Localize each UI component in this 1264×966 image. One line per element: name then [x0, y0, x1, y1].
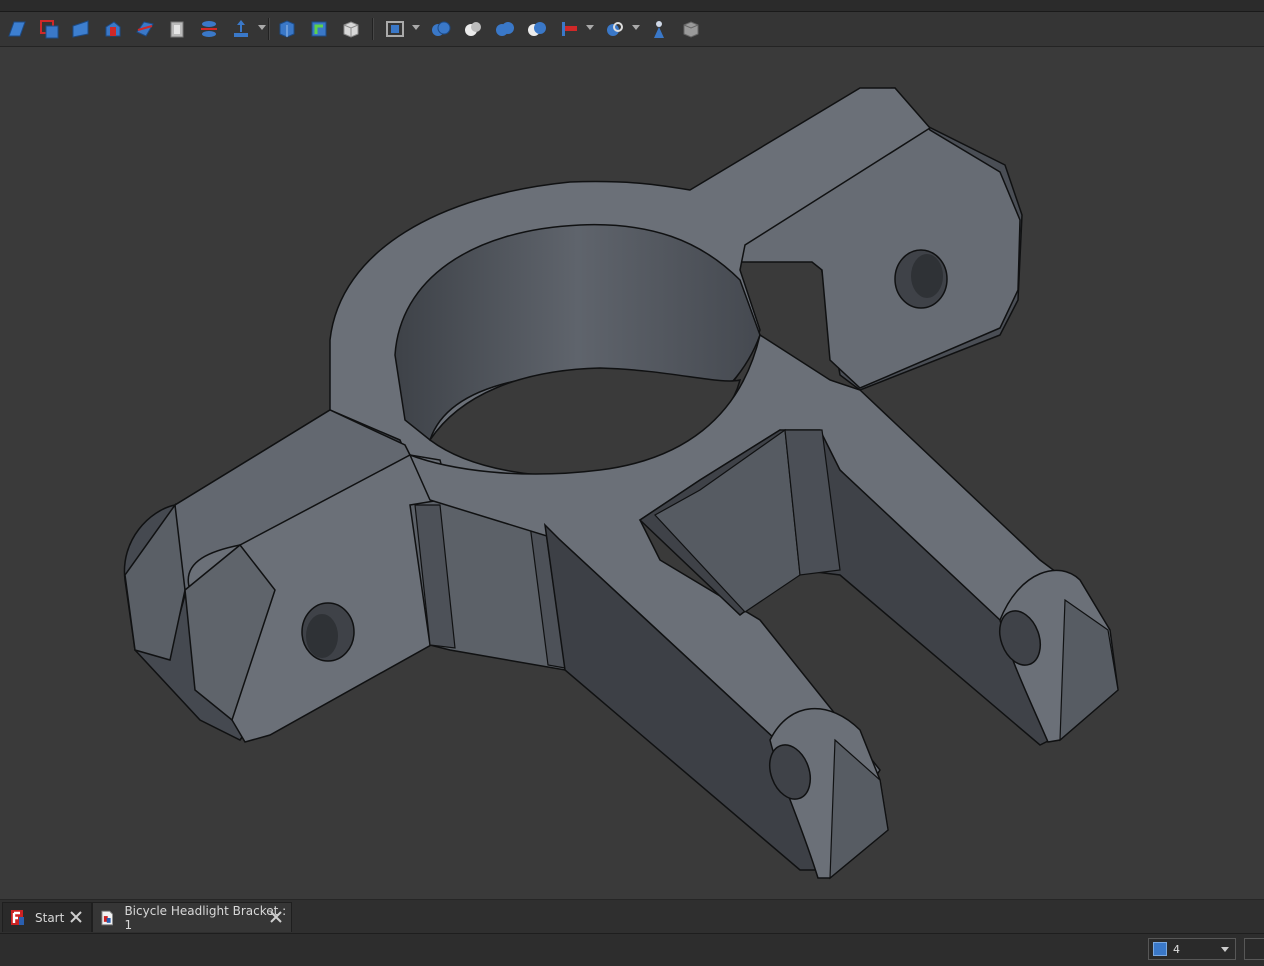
compound-icon[interactable]: [382, 16, 408, 42]
mirror-icon[interactable]: [196, 16, 222, 42]
pad-icon[interactable]: [4, 16, 30, 42]
fillet-icon[interactable]: [306, 16, 332, 42]
navigation-style-select[interactable]: 4: [1148, 938, 1236, 960]
freecad-logo-icon: [11, 909, 24, 925]
boolean-icon[interactable]: [428, 16, 454, 42]
cut-icon[interactable]: [460, 16, 486, 42]
loft-icon[interactable]: [132, 16, 158, 42]
partdesign-toolbar: [0, 12, 1264, 47]
units-select[interactable]: [1244, 938, 1264, 960]
status-bar: 4: [0, 933, 1264, 966]
pocket-icon[interactable]: [36, 16, 62, 42]
top-menu-strip: [0, 0, 1264, 12]
tab-bicycle-headlight-bracket[interactable]: Bicycle Headlight Bracket : 1: [92, 902, 292, 932]
defeaturing-icon[interactable]: [678, 16, 704, 42]
thickness-icon[interactable]: [164, 16, 190, 42]
left-fork-end: [829, 738, 889, 880]
join-icon[interactable]: [556, 16, 582, 42]
left-tab-hole-inner: [306, 614, 338, 658]
document-icon: [101, 910, 114, 925]
box-icon[interactable]: [338, 16, 364, 42]
tab-start[interactable]: Start: [2, 902, 92, 932]
3d-viewport[interactable]: [0, 47, 1264, 899]
check-geometry-icon[interactable]: [646, 16, 672, 42]
tab-label-start: Start: [35, 910, 65, 925]
navigation-cube-icon: [1153, 942, 1167, 956]
document-tab-bar: Start Bicycle Headlight Bracket : 1: [0, 899, 1264, 934]
toolbar-separator: [372, 18, 374, 40]
join-dropdown-icon[interactable]: [586, 25, 594, 30]
shell-icon[interactable]: [274, 16, 300, 42]
right-tab-hole-inner: [911, 254, 943, 298]
close-icon[interactable]: [69, 910, 83, 924]
extrude-icon[interactable]: [228, 16, 254, 42]
fuse-icon[interactable]: [492, 16, 518, 42]
groove-icon[interactable]: [100, 16, 126, 42]
extrude-dropdown-icon[interactable]: [258, 25, 266, 30]
split-icon[interactable]: [602, 16, 628, 42]
common-icon[interactable]: [524, 16, 550, 42]
revolution-icon[interactable]: [68, 16, 94, 42]
right-fork-end: [1059, 598, 1119, 742]
bracket-model: [123, 87, 1119, 880]
tab-label-document: Bicycle Headlight Bracket : 1: [124, 903, 287, 932]
navigation-style-value: 4: [1173, 942, 1180, 956]
toolbar-separator: [268, 18, 270, 40]
chevron-down-icon: [1221, 947, 1229, 952]
compound-dropdown-icon[interactable]: [412, 25, 420, 30]
close-icon[interactable]: [269, 910, 283, 924]
split-dropdown-icon[interactable]: [632, 25, 640, 30]
